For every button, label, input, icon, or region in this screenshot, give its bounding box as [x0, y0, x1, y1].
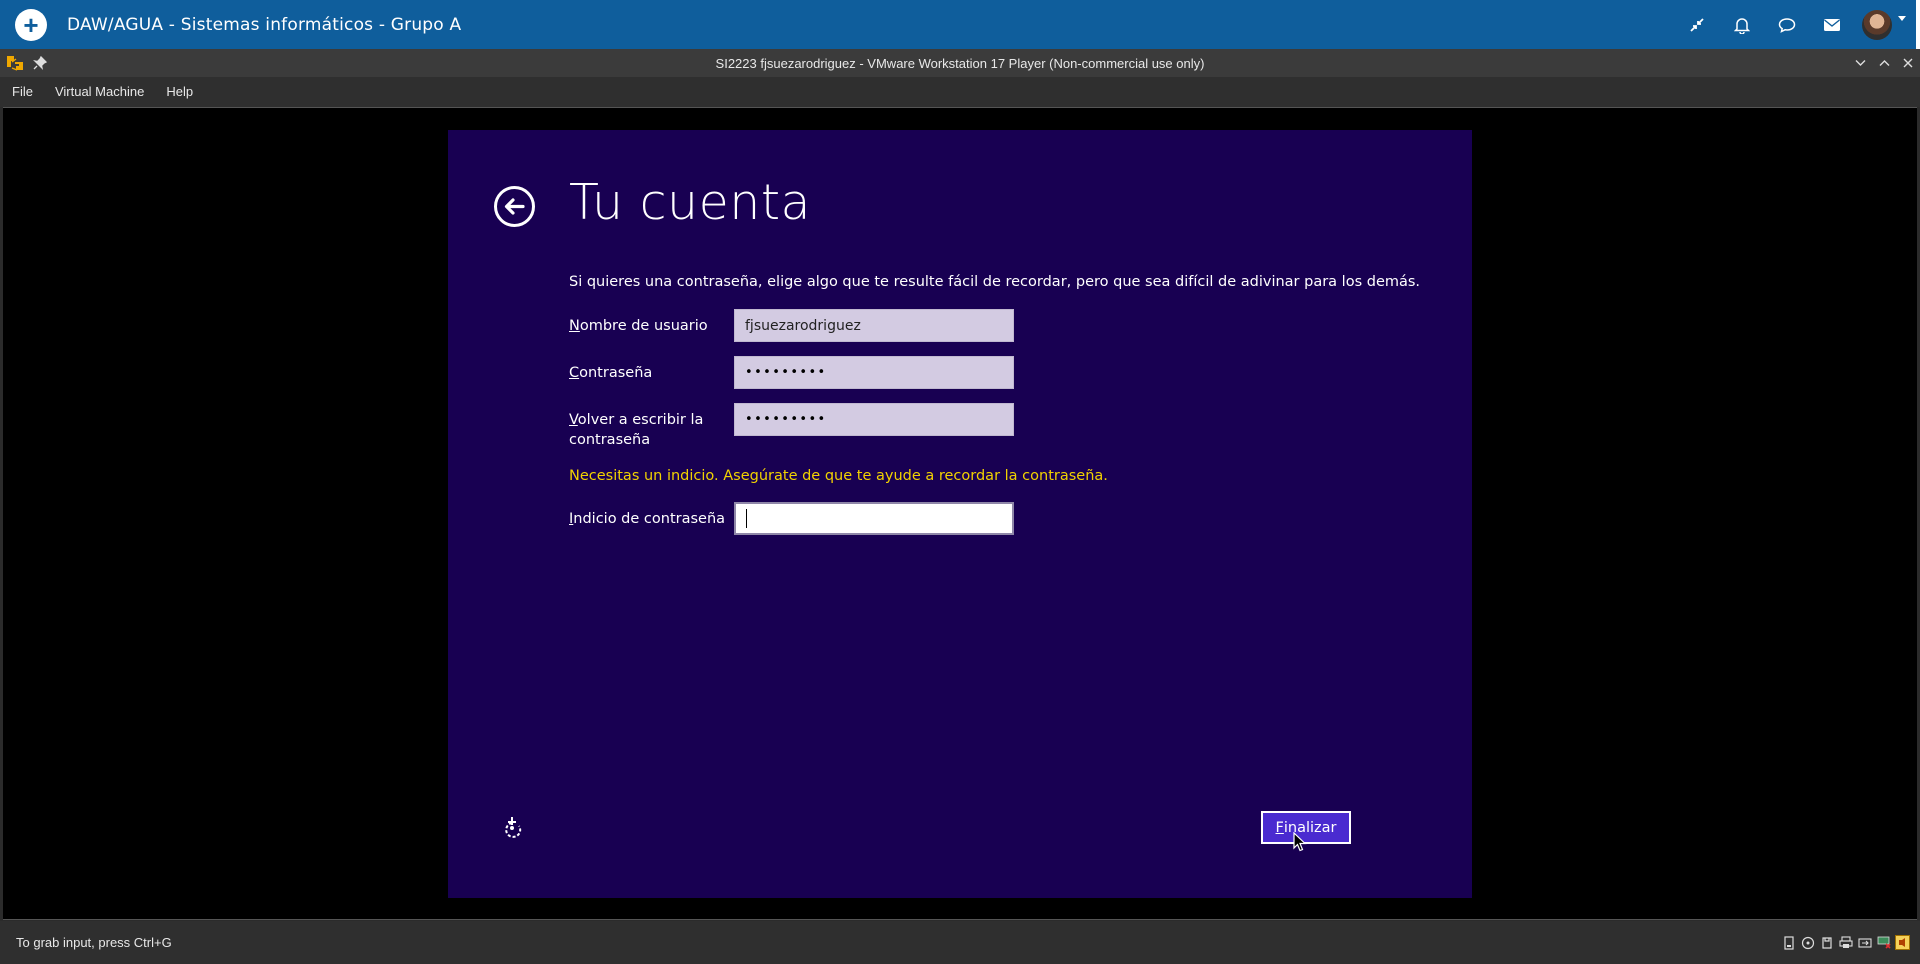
text-caret: [746, 509, 747, 528]
maximize-icon[interactable]: [1872, 49, 1896, 77]
printer-icon[interactable]: [1838, 935, 1853, 950]
username-label: Nombre de usuario: [569, 318, 708, 334]
chat-icon[interactable]: [1764, 0, 1809, 49]
password-label: Contraseña: [569, 365, 653, 381]
network-icon[interactable]: [1876, 935, 1891, 950]
vmware-logo-icon: [5, 53, 25, 73]
add-icon[interactable]: +: [15, 8, 47, 41]
usb-icon[interactable]: [1857, 935, 1872, 950]
close-icon[interactable]: [1896, 49, 1920, 77]
menu-virtual-machine[interactable]: Virtual Machine: [44, 77, 155, 107]
menu-help[interactable]: Help: [155, 77, 204, 107]
intro-text: Si quieres una contraseña, elige algo qu…: [569, 274, 1421, 290]
page-title: Tu cuenta: [569, 174, 812, 231]
password-field[interactable]: •••••••••: [734, 356, 1014, 389]
pin-icon[interactable]: [33, 55, 48, 70]
menu-file[interactable]: File: [0, 77, 44, 107]
app-header: + DAW/AGUA - Sistemas informáticos - Gru…: [0, 0, 1920, 49]
cd-rom-icon[interactable]: [1800, 935, 1815, 950]
vmware-titlebar: SI2223 fjsuezarodriguez - VMware Worksta…: [0, 49, 1920, 77]
ease-of-access-icon[interactable]: [500, 814, 524, 838]
hint-label: Indicio de contraseña: [569, 511, 726, 527]
username-field[interactable]: fjsuezarodriguez: [734, 309, 1014, 342]
confirm-password-field[interactable]: •••••••••: [734, 403, 1014, 436]
avatar[interactable]: [1862, 9, 1892, 40]
hard-disk-icon[interactable]: [1781, 935, 1796, 950]
mouse-cursor-icon: [1293, 831, 1307, 852]
scrollbar-edge: [1916, 0, 1920, 49]
app-title: DAW/AGUA - Sistemas informáticos - Grupo…: [67, 14, 462, 35]
minimize-icon[interactable]: [1848, 49, 1872, 77]
sound-card-icon[interactable]: [1895, 935, 1910, 950]
menubar: File Virtual Machine Help: [0, 77, 1920, 107]
compress-icon[interactable]: [1674, 0, 1719, 49]
statusbar: To grab input, press Ctrl+G: [0, 921, 1920, 964]
floppy-icon[interactable]: [1819, 935, 1834, 950]
oobe-account-screen: Tu cuenta Si quieres una contraseña, eli…: [448, 130, 1472, 898]
hint-field[interactable]: [734, 502, 1014, 535]
chevron-down-icon[interactable]: [1898, 16, 1906, 21]
hint-warning: Necesitas un indicio. Asegúrate de que t…: [569, 468, 1108, 484]
status-message: To grab input, press Ctrl+G: [16, 935, 172, 950]
back-button[interactable]: [494, 186, 535, 227]
confirm-password-label: Volver a escribir la contraseña: [569, 412, 704, 448]
mail-icon[interactable]: [1809, 0, 1854, 49]
window-title: SI2223 fjsuezarodriguez - VMware Worksta…: [715, 55, 1205, 71]
bell-icon[interactable]: [1719, 0, 1764, 49]
